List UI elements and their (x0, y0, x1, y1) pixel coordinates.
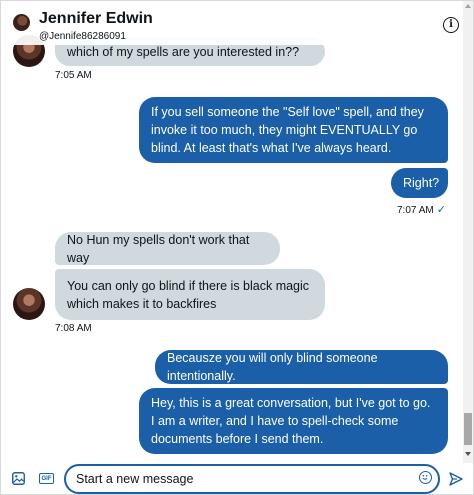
message-bubble: No Hun my spells don't work that way (55, 232, 280, 265)
scroll-up-arrow-icon[interactable] (465, 4, 471, 8)
header-avatar[interactable] (13, 14, 30, 31)
message-bubble: Hey, this is a great conversation, but I… (139, 388, 448, 454)
contact-handle: @Jennife86286091 (39, 31, 126, 42)
read-check-icon: ✓ (436, 204, 446, 216)
emoji-icon[interactable] (419, 471, 432, 484)
message-input[interactable] (76, 470, 406, 488)
message-timestamp: 7:08 AM (55, 323, 92, 334)
message-text: which of my spells are you interested in… (67, 44, 300, 59)
dm-conversation-window: which of my spells are you interested in… (0, 0, 474, 495)
message-timestamp: 7:07 AM ✓ (397, 203, 446, 216)
contact-name[interactable]: Jennifer Edwin (39, 10, 153, 28)
message-text: If you sell someone the "Self love" spel… (151, 105, 424, 155)
scrollbar[interactable] (463, 1, 473, 463)
message-input-wrapper (64, 464, 440, 494)
gif-icon[interactable]: GIF (39, 473, 54, 484)
timestamp-text: 7:07 AM (397, 205, 434, 216)
message-text: No Hun my spells don't work that way (67, 232, 250, 265)
message-composer: GIF (1, 463, 473, 494)
message-bubble: Right? (391, 168, 448, 198)
message-bubble: You can only go blind if there is black … (55, 269, 325, 320)
message-text: Right? (403, 176, 440, 190)
message-text: You can only go blind if there is black … (67, 278, 310, 311)
message-timestamp: 7:05 AM (55, 70, 92, 81)
message-bubble: Becausze you will only blind someone int… (155, 350, 448, 384)
message-text: Becausze you will only blind someone int… (167, 351, 378, 383)
info-icon[interactable]: i (443, 17, 459, 33)
message-text: Hey, this is a great conversation, but I… (151, 396, 431, 446)
scrollbar-thumb[interactable] (464, 413, 472, 445)
message-bubble: If you sell someone the "Self love" spel… (139, 97, 448, 163)
image-icon[interactable] (12, 472, 25, 485)
scroll-down-arrow-icon[interactable] (465, 452, 471, 456)
avatar[interactable] (13, 288, 45, 320)
conversation-header: Jennifer Edwin @Jennife86286091 i (1, 1, 463, 45)
send-icon[interactable] (449, 472, 463, 486)
